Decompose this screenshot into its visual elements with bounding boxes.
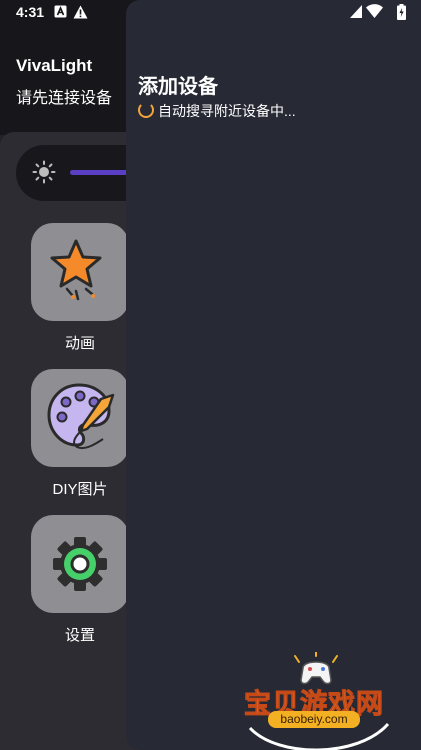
status-bar: 4:31 (0, 0, 421, 24)
settings-button[interactable] (31, 515, 129, 613)
warning-icon (73, 5, 88, 19)
battery-icon (397, 4, 406, 20)
connection-status-text: 请先连接设备 (16, 90, 113, 107)
animation-button[interactable] (31, 223, 129, 321)
wifi-icon (366, 4, 383, 18)
add-device-drawer: 添加设备 自动搜寻附近设备中... (126, 0, 421, 750)
signal-icon (350, 5, 362, 18)
gear-icon (53, 537, 107, 591)
drawer-title: 添加设备 (138, 76, 218, 98)
diy-image-button[interactable] (31, 369, 129, 467)
watermark-url: baobeiy.com (268, 711, 360, 728)
status-time: 4:31 (16, 4, 45, 20)
app-title: VivaLight (16, 56, 93, 75)
a-box-icon (54, 5, 67, 18)
palette-icon (47, 383, 115, 449)
watermark-logo: 宝贝游戏网 baobeiy.com (238, 650, 398, 750)
gamepad-icon (294, 652, 338, 685)
star-icon (50, 239, 102, 301)
sun-icon (32, 160, 56, 184)
search-status-text: 自动搜寻附近设备中... (158, 103, 296, 119)
loading-spinner-icon (138, 102, 154, 118)
